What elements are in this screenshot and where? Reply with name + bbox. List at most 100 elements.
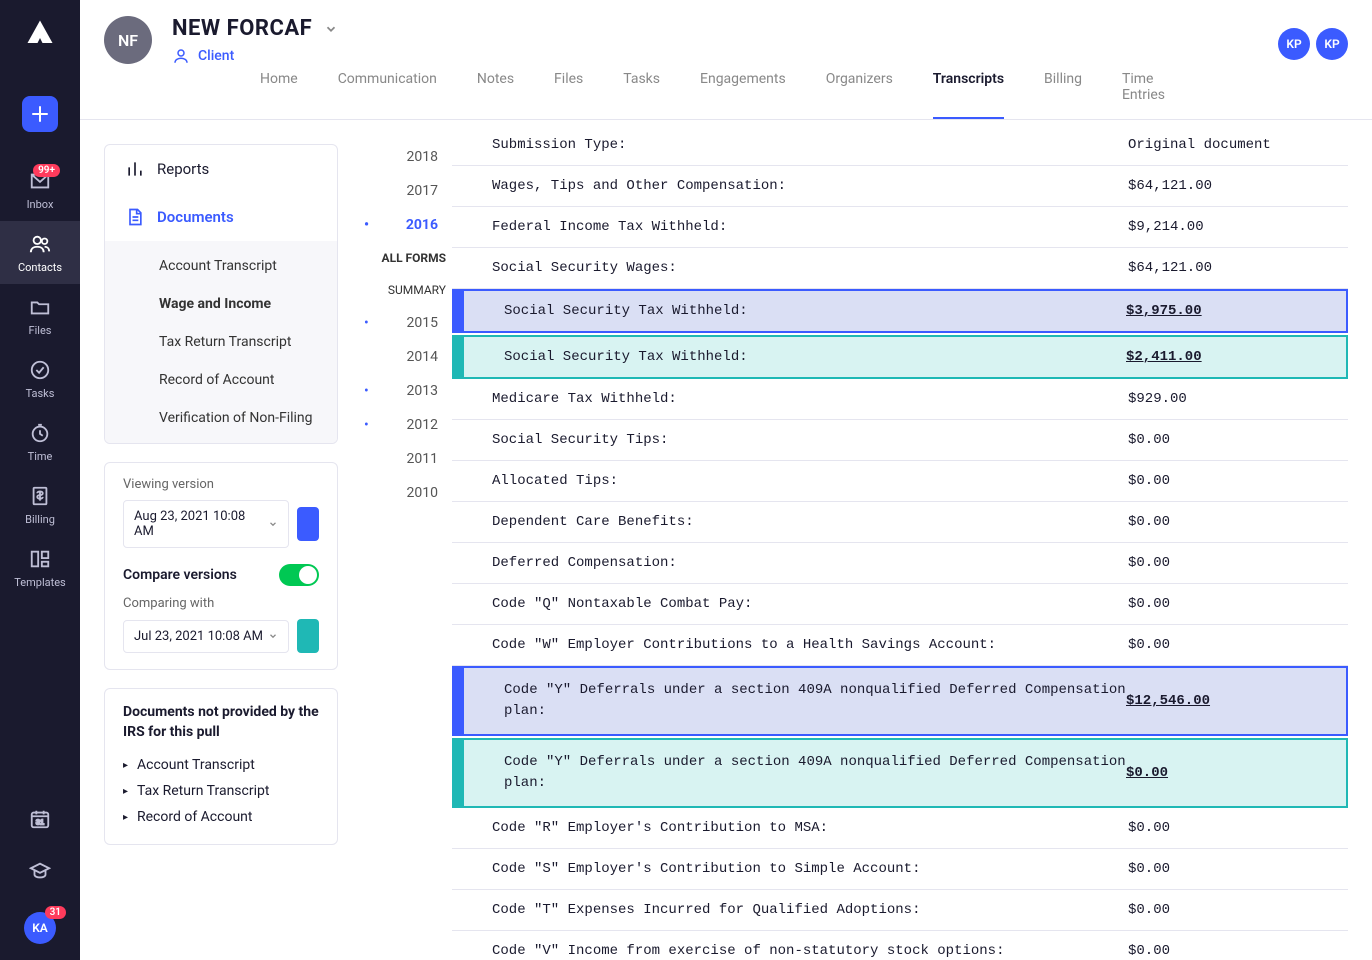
nav-billing[interactable]: Billing — [0, 473, 80, 536]
year-2011[interactable]: 2011 — [360, 442, 450, 476]
transcript-row: Social Security Tips:$0.00 — [452, 420, 1348, 461]
panel-reports[interactable]: Reports — [105, 145, 337, 193]
row-label: Code "Y" Deferrals under a section 409A … — [504, 680, 1126, 722]
tab-organizers[interactable]: Organizers — [826, 57, 893, 119]
row-label: Social Security Wages: — [492, 260, 1128, 276]
row-label: Allocated Tips: — [492, 473, 1128, 489]
header-avatar[interactable]: KP — [1278, 28, 1310, 60]
transcript-row: Social Security Tax Withheld:$3,975.00 — [452, 289, 1348, 333]
calendar-icon[interactable]: 31 — [29, 808, 51, 830]
row-label: Social Security Tax Withheld: — [504, 349, 1126, 365]
add-button[interactable] — [22, 96, 58, 132]
transcript-row: Wages, Tips and Other Compensation:$64,1… — [452, 166, 1348, 207]
version-color-a — [297, 507, 319, 541]
irs-missing-item[interactable]: Account Transcript — [123, 752, 319, 778]
irs-missing-item[interactable]: Tax Return Transcript — [123, 778, 319, 804]
row-value: $0.00 — [1128, 514, 1328, 530]
row-label: Submission Type: — [492, 137, 1128, 153]
transcript-row: Code "T" Expenses Incurred for Qualified… — [452, 890, 1348, 931]
transcript-row: Deferred Compensation:$0.00 — [452, 543, 1348, 584]
row-label: Code "V" Income from exercise of non-sta… — [492, 943, 1128, 959]
compare-toggle[interactable] — [279, 564, 319, 586]
tab-billing[interactable]: Billing — [1044, 57, 1082, 119]
tab-time-entries[interactable]: Time Entries — [1122, 57, 1192, 119]
year-2016[interactable]: 2016 — [360, 208, 450, 242]
year-2013[interactable]: 2013 — [360, 374, 450, 408]
row-value: $929.00 — [1128, 391, 1328, 407]
header-avatar[interactable]: KP — [1316, 28, 1348, 60]
tab-notes[interactable]: Notes — [477, 57, 514, 119]
comparing-version-select[interactable]: Jul 23, 2021 10:08 AM — [123, 620, 289, 653]
transcript-row: Social Security Wages:$64,121.00 — [452, 248, 1348, 289]
transcript-row: Code "Y" Deferrals under a section 409A … — [452, 738, 1348, 808]
transcript-row: Code "V" Income from exercise of non-sta… — [452, 931, 1348, 960]
row-value: $2,411.00 — [1126, 349, 1326, 365]
doc-type-account-transcript[interactable]: Account Transcript — [105, 247, 337, 285]
row-label: Federal Income Tax Withheld: — [492, 219, 1128, 235]
row-label: Medicare Tax Withheld: — [492, 391, 1128, 407]
client-dropdown-icon[interactable] — [324, 22, 338, 36]
year-sub-summary[interactable]: SUMMARY — [360, 274, 450, 306]
irs-missing-title: Documents not provided by the IRS for th… — [123, 703, 319, 742]
row-label: Code "R" Employer's Contribution to MSA: — [492, 820, 1128, 836]
viewing-version-select[interactable]: Aug 23, 2021 10:08 AM — [123, 500, 289, 548]
year-list: 201820172016ALL FORMSSUMMARY201520142013… — [360, 140, 450, 510]
year-sub-all-forms[interactable]: ALL FORMS — [360, 242, 450, 274]
education-icon[interactable] — [29, 860, 51, 882]
row-value: $0.00 — [1128, 432, 1328, 448]
panel-documents[interactable]: Documents — [105, 193, 337, 241]
user-avatar[interactable]: KA 31 — [24, 912, 56, 944]
row-value: $0.00 — [1128, 555, 1328, 571]
year-2010[interactable]: 2010 — [360, 476, 450, 510]
comparing-with-label: Comparing with — [105, 596, 337, 619]
row-value: Original document — [1128, 137, 1328, 153]
transcript-row: Code "Y" Deferrals under a section 409A … — [452, 666, 1348, 736]
year-2017[interactable]: 2017 — [360, 174, 450, 208]
row-label: Wages, Tips and Other Compensation: — [492, 178, 1128, 194]
tab-engagements[interactable]: Engagements — [700, 57, 786, 119]
nav-files[interactable]: Files — [0, 284, 80, 347]
tab-communication[interactable]: Communication — [338, 57, 437, 119]
year-2018[interactable]: 2018 — [360, 140, 450, 174]
year-2014[interactable]: 2014 — [360, 340, 450, 374]
doc-type-tax-return-transcript[interactable]: Tax Return Transcript — [105, 323, 337, 361]
row-label: Code "T" Expenses Incurred for Qualified… — [492, 902, 1128, 918]
tab-transcripts[interactable]: Transcripts — [933, 57, 1004, 119]
row-value: $64,121.00 — [1128, 178, 1328, 194]
nav-time[interactable]: Time — [0, 410, 80, 473]
transcript-row: Submission Type:Original document — [452, 125, 1348, 166]
logo-icon — [25, 18, 55, 48]
irs-missing-item[interactable]: Record of Account — [123, 804, 319, 830]
row-label: Dependent Care Benefits: — [492, 514, 1128, 530]
row-label: Social Security Tax Withheld: — [504, 303, 1126, 319]
transcript-row: Allocated Tips:$0.00 — [452, 461, 1348, 502]
left-panel: Reports Documents Account TranscriptWage… — [104, 144, 338, 863]
doc-type-verification-of-non-filing[interactable]: Verification of Non-Filing — [105, 399, 337, 437]
nav-templates[interactable]: Templates — [0, 536, 80, 599]
nav-contacts[interactable]: Contacts — [0, 221, 80, 284]
viewing-version-label: Viewing version — [105, 463, 337, 500]
doc-type-record-of-account[interactable]: Record of Account — [105, 361, 337, 399]
row-value: $0.00 — [1128, 943, 1328, 959]
compare-versions-label: Compare versions — [123, 567, 237, 583]
nav-tasks[interactable]: Tasks — [0, 347, 80, 410]
year-2015[interactable]: 2015 — [360, 306, 450, 340]
inbox-badge: 99+ — [33, 164, 60, 177]
doc-type-wage-and-income[interactable]: Wage and Income — [105, 285, 337, 323]
tab-tasks[interactable]: Tasks — [623, 57, 660, 119]
row-value: $12,546.00 — [1126, 693, 1326, 709]
row-label: Deferred Compensation: — [492, 555, 1128, 571]
year-2012[interactable]: 2012 — [360, 408, 450, 442]
row-value: $0.00 — [1128, 637, 1328, 653]
svg-text:31: 31 — [36, 818, 44, 827]
nav-inbox[interactable]: 99+ Inbox — [0, 158, 80, 221]
tab-files[interactable]: Files — [554, 57, 583, 119]
row-value: $0.00 — [1126, 765, 1326, 781]
transcript-table: Submission Type:Original documentWages, … — [452, 125, 1348, 960]
tab-home[interactable]: Home — [260, 57, 298, 119]
transcript-row: Code "S" Employer's Contribution to Simp… — [452, 849, 1348, 890]
transcript-row: Code "Q" Nontaxable Combat Pay:$0.00 — [452, 584, 1348, 625]
row-value: $0.00 — [1128, 596, 1328, 612]
transcript-row: Social Security Tax Withheld:$2,411.00 — [452, 335, 1348, 379]
nav-sidebar: 99+ Inbox Contacts Files Tasks Time Bill… — [0, 0, 80, 960]
